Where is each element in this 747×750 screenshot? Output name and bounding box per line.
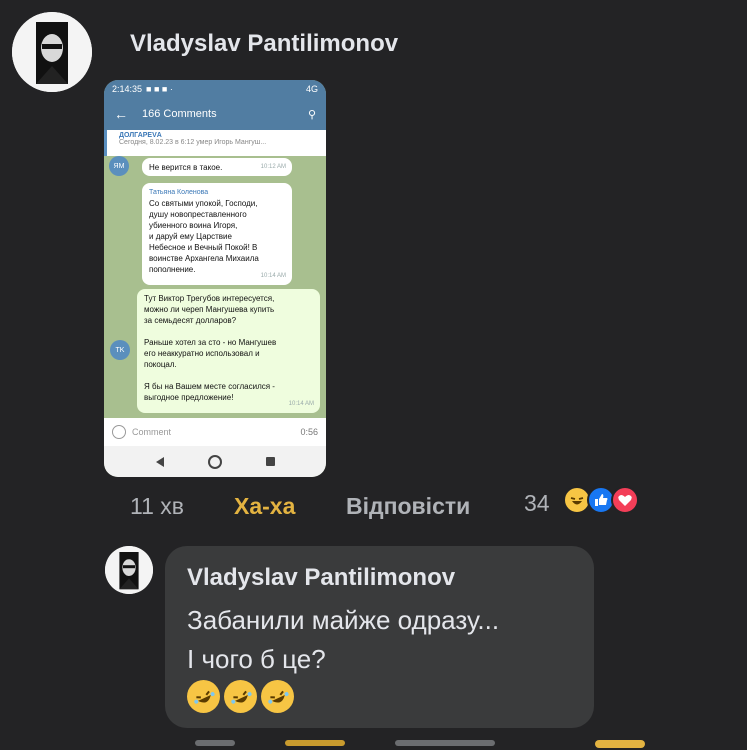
chat-message-author: Татьяна Коленова [149,189,209,196]
reaction-count[interactable]: 34 [524,490,550,517]
phone-status-time: 2:14:35 [112,84,143,94]
portrait-icon [105,546,153,594]
reply-text-line1: Забанили майже одразу... [187,605,500,635]
chat-message-line: Со святыми упокой, Господи, [149,199,258,208]
rolling-laughing-icon [224,680,257,713]
reply-author-avatar[interactable] [105,546,153,594]
phone-title: 166 Comments [142,108,217,120]
chat-message-time: 10:14 AM [260,273,286,279]
smiley-icon [112,425,126,439]
chat-avatar: TK [110,340,130,360]
reply-author-name[interactable]: Vladyslav Pantilimonov [187,564,455,592]
chat-message-line: и даруй ему Царствие [149,232,232,241]
reply-text-line2: І чого б це? [187,644,326,674]
phone-status-bar: 2:14:35 ■ ■ ■ · 4G [104,80,326,98]
phone-chat: ЯМ Не верится в такое. 10:12 AM TK Татья… [104,156,326,418]
attached-screenshot[interactable]: 2:14:35 ■ ■ ■ · 4G ← 166 Comments ⚲ ДОЛГ… [104,80,326,477]
chat-message-line: покоцал. [144,360,177,369]
haha-button[interactable]: Ха-ха [234,493,295,520]
chat-message-line: Тут Виктор Трегубов интересуется, [144,294,275,303]
love-icon [611,486,639,514]
reply-button[interactable]: Відповісти [346,493,470,520]
chat-message-time: 10:14 AM [288,401,314,407]
chat-message-time: 10:12 AM [260,164,286,170]
chat-message: Тут Виктор Трегубов интересуется, можно … [137,289,320,413]
chat-avatar: ЯМ [109,156,129,176]
chat-message-line: душу новопреставленного [149,210,247,219]
chat-message-line: убиенного воина Игоря, [149,221,238,230]
post-author-name[interactable]: Vladyslav Pantilimonov [130,30,398,58]
rolling-laughing-icon [187,680,220,713]
chat-message-line: его неаккуратно использовал и [144,349,260,358]
back-triangle-icon [155,456,164,467]
chat-message-line: воинстве Архангела Михаила [149,254,259,263]
reply-emojis [187,680,294,713]
search-icon: ⚲ [307,108,316,121]
pinned-title: ДОЛГАРЕVА [119,132,162,139]
chat-message-line: выгодное предложение! [144,393,234,402]
post-time[interactable]: 11 хв [130,493,184,520]
phone-toolbar: ← 166 Comments ⚲ [104,98,326,130]
phone-network: 4G [305,84,318,94]
back-arrow-icon: ← [114,106,128,122]
phone-input-duration: 0:56 [300,427,318,437]
home-circle-icon [207,454,222,469]
recents-square-icon [265,457,275,466]
portrait-icon [12,12,92,92]
reaction-summary[interactable] [563,486,639,514]
phone-input-placeholder: Comment [132,427,172,437]
chat-message-line: Раньше хотел за сто - но Мангушев [144,338,277,347]
chat-message: Не верится в такое. 10:12 AM [142,158,292,176]
chat-message-text: Не верится в такое. [149,163,223,172]
chat-message: Татьяна Коленова Со святыми упокой, Госп… [142,183,292,285]
reply-bubble[interactable]: Vladyslav Pantilimonov Забанили майже од… [165,546,594,728]
notification-icons: ■ ■ ■ · [146,84,173,94]
chat-message-line: Я бы на Вашем месте согласился - [144,382,275,391]
author-avatar[interactable] [12,12,92,92]
pinned-text: Сегодня, 8.02.23 в 6:12 умер Игорь Мангу… [119,139,267,146]
pinned-message: ДОЛГАРЕVА Сегодня, 8.02.23 в 6:12 умер И… [104,130,326,156]
chat-message-line: за семьдесят долларов? [144,316,237,325]
rolling-laughing-icon [261,680,294,713]
chat-message-line: Небесное и Вечный Покой! В [149,243,258,252]
chat-message-line: можно ли череп Мангушева купить [144,305,275,314]
phone-comment-input: Comment 0:56 [104,418,326,446]
phone-nav-bar [104,446,326,477]
next-action-row-partial [195,740,655,750]
